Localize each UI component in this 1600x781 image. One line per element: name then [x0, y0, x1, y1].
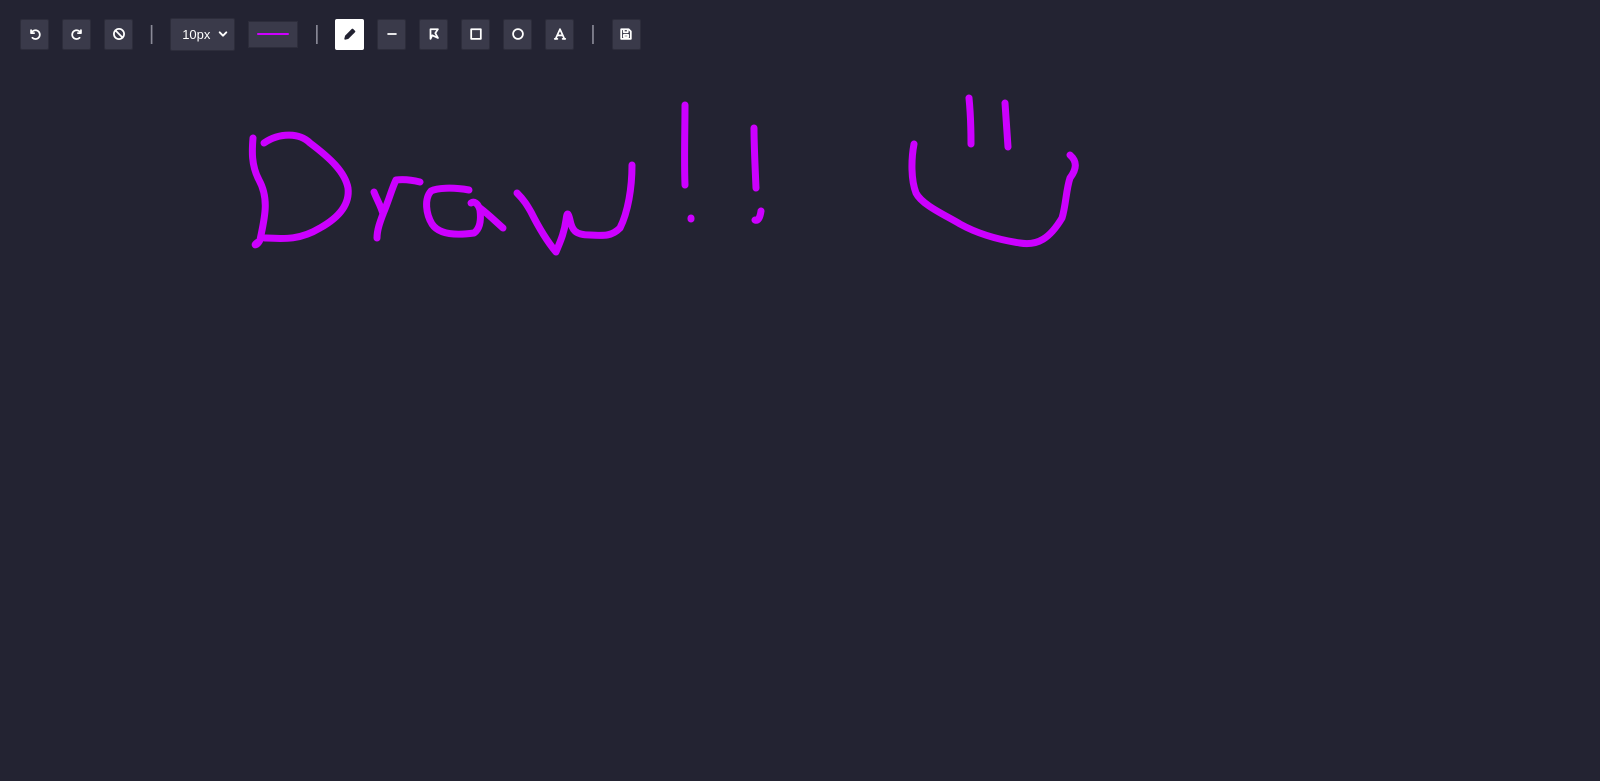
drawn-stroke [751, 207, 765, 224]
minus-icon [387, 33, 397, 35]
toolbar: | 10px | | [20, 17, 654, 51]
pen-tool-button[interactable] [335, 18, 365, 50]
toolbar-separator: | [149, 23, 155, 45]
clear-canvas-button[interactable] [104, 18, 133, 50]
stroke-color-preview [257, 33, 290, 35]
drawing-app: | 10px | | [0, 0, 1600, 781]
redo-button[interactable] [62, 18, 91, 50]
square-icon [470, 28, 482, 40]
drawn-stroke [260, 131, 352, 243]
drawn-stroke [248, 134, 269, 249]
circle-icon [512, 28, 524, 40]
toolbar-separator: | [314, 23, 320, 45]
rectangle-tool-button[interactable] [461, 18, 491, 50]
ellipse-tool-button[interactable] [503, 18, 533, 50]
drawn-stroke [423, 184, 484, 238]
drawn-stroke [1001, 99, 1012, 151]
drawn-stroke [379, 176, 424, 218]
pencil-icon [344, 28, 356, 40]
redo-icon [70, 29, 82, 40]
polygon-tool-button[interactable] [419, 18, 449, 50]
drawn-stroke [750, 124, 760, 192]
drawn-stroke [513, 161, 636, 256]
text-tool-button[interactable] [545, 18, 575, 50]
stroke-color-picker[interactable] [248, 20, 299, 48]
drawn-stroke [908, 140, 1079, 248]
drawing-canvas[interactable] [0, 60, 1600, 781]
drawn-stroke [965, 94, 975, 148]
undo-button[interactable] [20, 18, 49, 50]
save-button[interactable] [611, 18, 641, 50]
floppy-disk-icon [620, 28, 632, 40]
text-a-icon [553, 28, 567, 40]
ban-icon [112, 28, 125, 40]
brush-size-value: 10px [182, 26, 211, 42]
chevron-down-icon [218, 31, 228, 37]
polygon-icon [429, 28, 439, 40]
brush-size-select[interactable]: 10px [170, 17, 236, 51]
line-tool-button[interactable] [377, 18, 407, 50]
toolbar-separator: | [590, 23, 596, 45]
undo-icon [29, 29, 41, 40]
